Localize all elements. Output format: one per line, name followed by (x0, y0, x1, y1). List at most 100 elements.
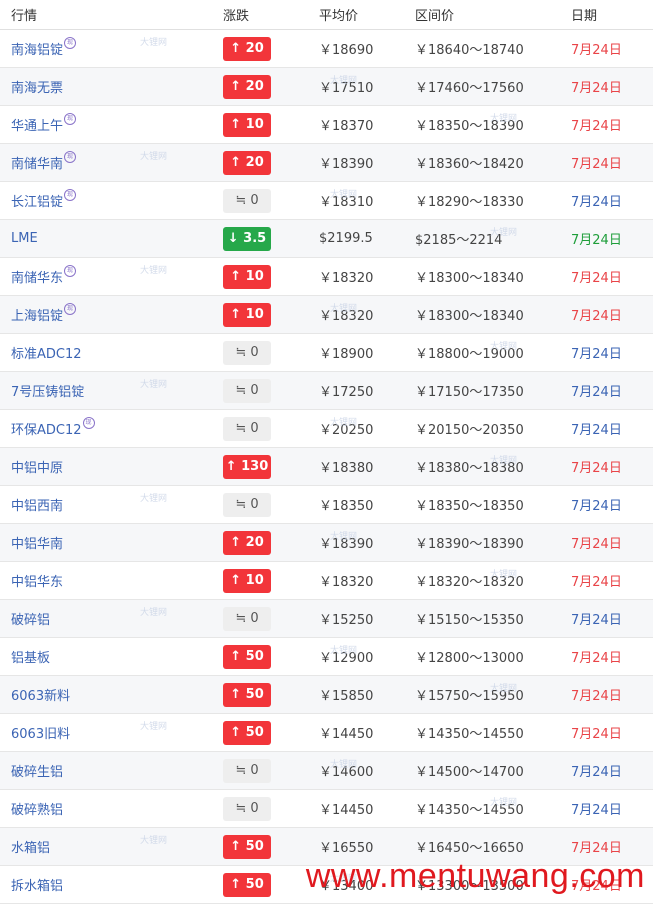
footer-watermark: www.mentuwang.com (305, 857, 645, 895)
change-badge: ↑ 50 (223, 682, 271, 707)
avg-price-cell: ￥14450 (319, 727, 374, 742)
table-row: 长江铝锭现 ≒ 0 ￥18310 ￥18290～18330 7月24日 大锂网 (0, 182, 653, 220)
market-cell: 破碎生铝 (0, 761, 212, 780)
table-row: 破碎生铝 ≒ 0 ￥14600 ￥14500～14700 7月24日 大锂网 (0, 752, 653, 790)
market-cell: 南海铝锭现 (0, 37, 212, 58)
change-badge: ≒ 0 (223, 492, 271, 517)
market-name-link[interactable]: 中铝中原 (11, 461, 63, 476)
table-row: 南储华东现 ↑ 10 ￥18320 ￥18300～18340 7月24日 大锂网 (0, 258, 653, 296)
change-cell: ↑ 130 (212, 454, 307, 479)
range-price-cell: ￥14350～14550 (415, 727, 524, 742)
price-table: 行情 涨跌 平均价 区间价 日期 南海铝锭现 ↑ 20 ￥18690 ￥18640～1… (0, 0, 653, 904)
date-cell: 7月24日 (571, 727, 622, 742)
market-name-link[interactable]: 破碎熟铝 (11, 803, 63, 818)
market-name-link[interactable]: 中铝华南 (11, 537, 63, 552)
date-cell: 7月24日 (571, 499, 622, 514)
market-name-link[interactable]: 破碎铝 (11, 613, 50, 628)
market-name-link[interactable]: 6063旧料 (11, 727, 70, 742)
change-badge: ↑ 50 (223, 834, 271, 859)
market-name-link[interactable]: 破碎生铝 (11, 765, 63, 780)
range-price-cell: $2185～2214 (415, 233, 503, 248)
avg-price-cell: ￥15850 (319, 689, 374, 704)
range-price-cell: ￥18390～18390 (415, 537, 524, 552)
header-date: 日期 (571, 9, 598, 24)
change-cell: ↑ 10 (212, 568, 307, 593)
market-name-link[interactable]: 铝基板 (11, 651, 50, 666)
date-cell: 7月24日 (571, 423, 622, 438)
range-price-cell: ￥18290～18330 (415, 195, 524, 210)
avg-price-cell: ￥18690 (319, 43, 374, 58)
change-badge: ↑ 20 (223, 36, 271, 61)
market-name-link[interactable]: 上海铝锭 (11, 309, 63, 324)
range-price-cell: ￥16450～16650 (415, 841, 524, 856)
table-row: 环保ADC12现 ≒ 0 ￥20250 ￥20150～20350 7月24日 大锂网 (0, 410, 653, 448)
date-cell: 7月24日 (571, 81, 622, 96)
market-name-link[interactable]: 华通上午 (11, 119, 63, 134)
change-cell: ↑ 50 (212, 872, 307, 897)
table-row: LME ↓ 3.5 $2199.5 $2185～2214 7月24日 大锂网 (0, 220, 653, 258)
market-name-link[interactable]: 中铝西南 (11, 499, 63, 514)
market-cell: 铝基板 (0, 647, 212, 666)
market-cell: 华通上午现 (0, 113, 212, 134)
table-row: 中铝西南 ≒ 0 ￥18350 ￥18350～18350 7月24日 大锂网 (0, 486, 653, 524)
avg-price-cell: ￥18320 (319, 271, 374, 286)
market-name-link[interactable]: 标准ADC12 (11, 347, 82, 362)
avg-price-cell: ￥18350 (319, 499, 374, 514)
change-cell: ≒ 0 (212, 416, 307, 441)
date-cell: 7月24日 (571, 195, 622, 210)
date-cell: 7月24日 (571, 613, 622, 628)
spot-badge-icon: 现 (64, 37, 77, 49)
date-cell: 7月24日 (571, 537, 622, 552)
change-cell: ↑ 20 (212, 36, 307, 61)
date-cell: 7月24日 (571, 841, 622, 856)
market-name-link[interactable]: 7号压铸铝锭 (11, 385, 84, 400)
spot-badge-icon: 现 (64, 151, 77, 163)
spot-badge-icon: 现 (64, 265, 77, 277)
range-price-cell: ￥15750～15950 (415, 689, 524, 704)
market-cell: 水箱铝 (0, 837, 212, 856)
market-cell: 中铝华南 (0, 533, 212, 552)
range-price-cell: ￥15150～15350 (415, 613, 524, 628)
market-cell: 南储华东现 (0, 265, 212, 286)
market-name-link[interactable]: 中铝华东 (11, 575, 63, 590)
market-name-link[interactable]: LME (11, 231, 38, 246)
market-name-link[interactable]: 水箱铝 (11, 841, 50, 856)
market-cell: 上海铝锭现 (0, 303, 212, 324)
market-cell: 中铝中原 (0, 457, 212, 476)
change-cell: ↑ 50 (212, 644, 307, 669)
table-row: 中铝华东 ↑ 10 ￥18320 ￥18320～18320 7月24日 大锂网 (0, 562, 653, 600)
avg-price-cell: ￥20250 (319, 423, 374, 438)
range-price-cell: ￥18300～18340 (415, 309, 524, 324)
market-name-link[interactable]: 南储华东 (11, 271, 63, 286)
market-name-link[interactable]: 环保ADC12 (11, 423, 82, 438)
market-name-link[interactable]: 6063新料 (11, 689, 70, 704)
market-name-link[interactable]: 南海无票 (11, 81, 63, 96)
change-cell: ≒ 0 (212, 796, 307, 821)
date-cell: 7月24日 (571, 689, 622, 704)
avg-price-cell: ￥18310 (319, 195, 374, 210)
table-row: 7号压铸铝锭 ≒ 0 ￥17250 ￥17150～17350 7月24日 大锂网 (0, 372, 653, 410)
avg-price-cell: ￥17510 (319, 81, 374, 96)
header-range-price: 区间价 (415, 9, 455, 24)
market-name-link[interactable]: 拆水箱铝 (11, 879, 63, 894)
table-row: 标准ADC12 ≒ 0 ￥18900 ￥18800～19000 7月24日 大锂网 (0, 334, 653, 372)
market-name-link[interactable]: 长江铝锭 (11, 195, 63, 210)
market-name-link[interactable]: 南储华南 (11, 157, 63, 172)
market-name-link[interactable]: 南海铝锭 (11, 43, 63, 58)
market-cell: 标准ADC12 (0, 343, 212, 362)
range-price-cell: ￥18800～19000 (415, 347, 524, 362)
range-price-cell: ￥18640～18740 (415, 43, 524, 58)
date-cell: 7月24日 (571, 347, 622, 362)
avg-price-cell: ￥12900 (319, 651, 374, 666)
avg-price-cell: ￥18320 (319, 575, 374, 590)
market-cell: 6063旧料 (0, 723, 212, 742)
change-cell: ≒ 0 (212, 492, 307, 517)
date-cell: 7月24日 (571, 461, 622, 476)
date-cell: 7月24日 (571, 765, 622, 780)
date-cell: 7月24日 (571, 271, 622, 286)
date-cell: 7月24日 (571, 803, 622, 818)
change-badge: ≒ 0 (223, 416, 271, 441)
change-badge: ≒ 0 (223, 796, 271, 821)
market-cell: 6063新料 (0, 685, 212, 704)
market-cell: 破碎熟铝 (0, 799, 212, 818)
